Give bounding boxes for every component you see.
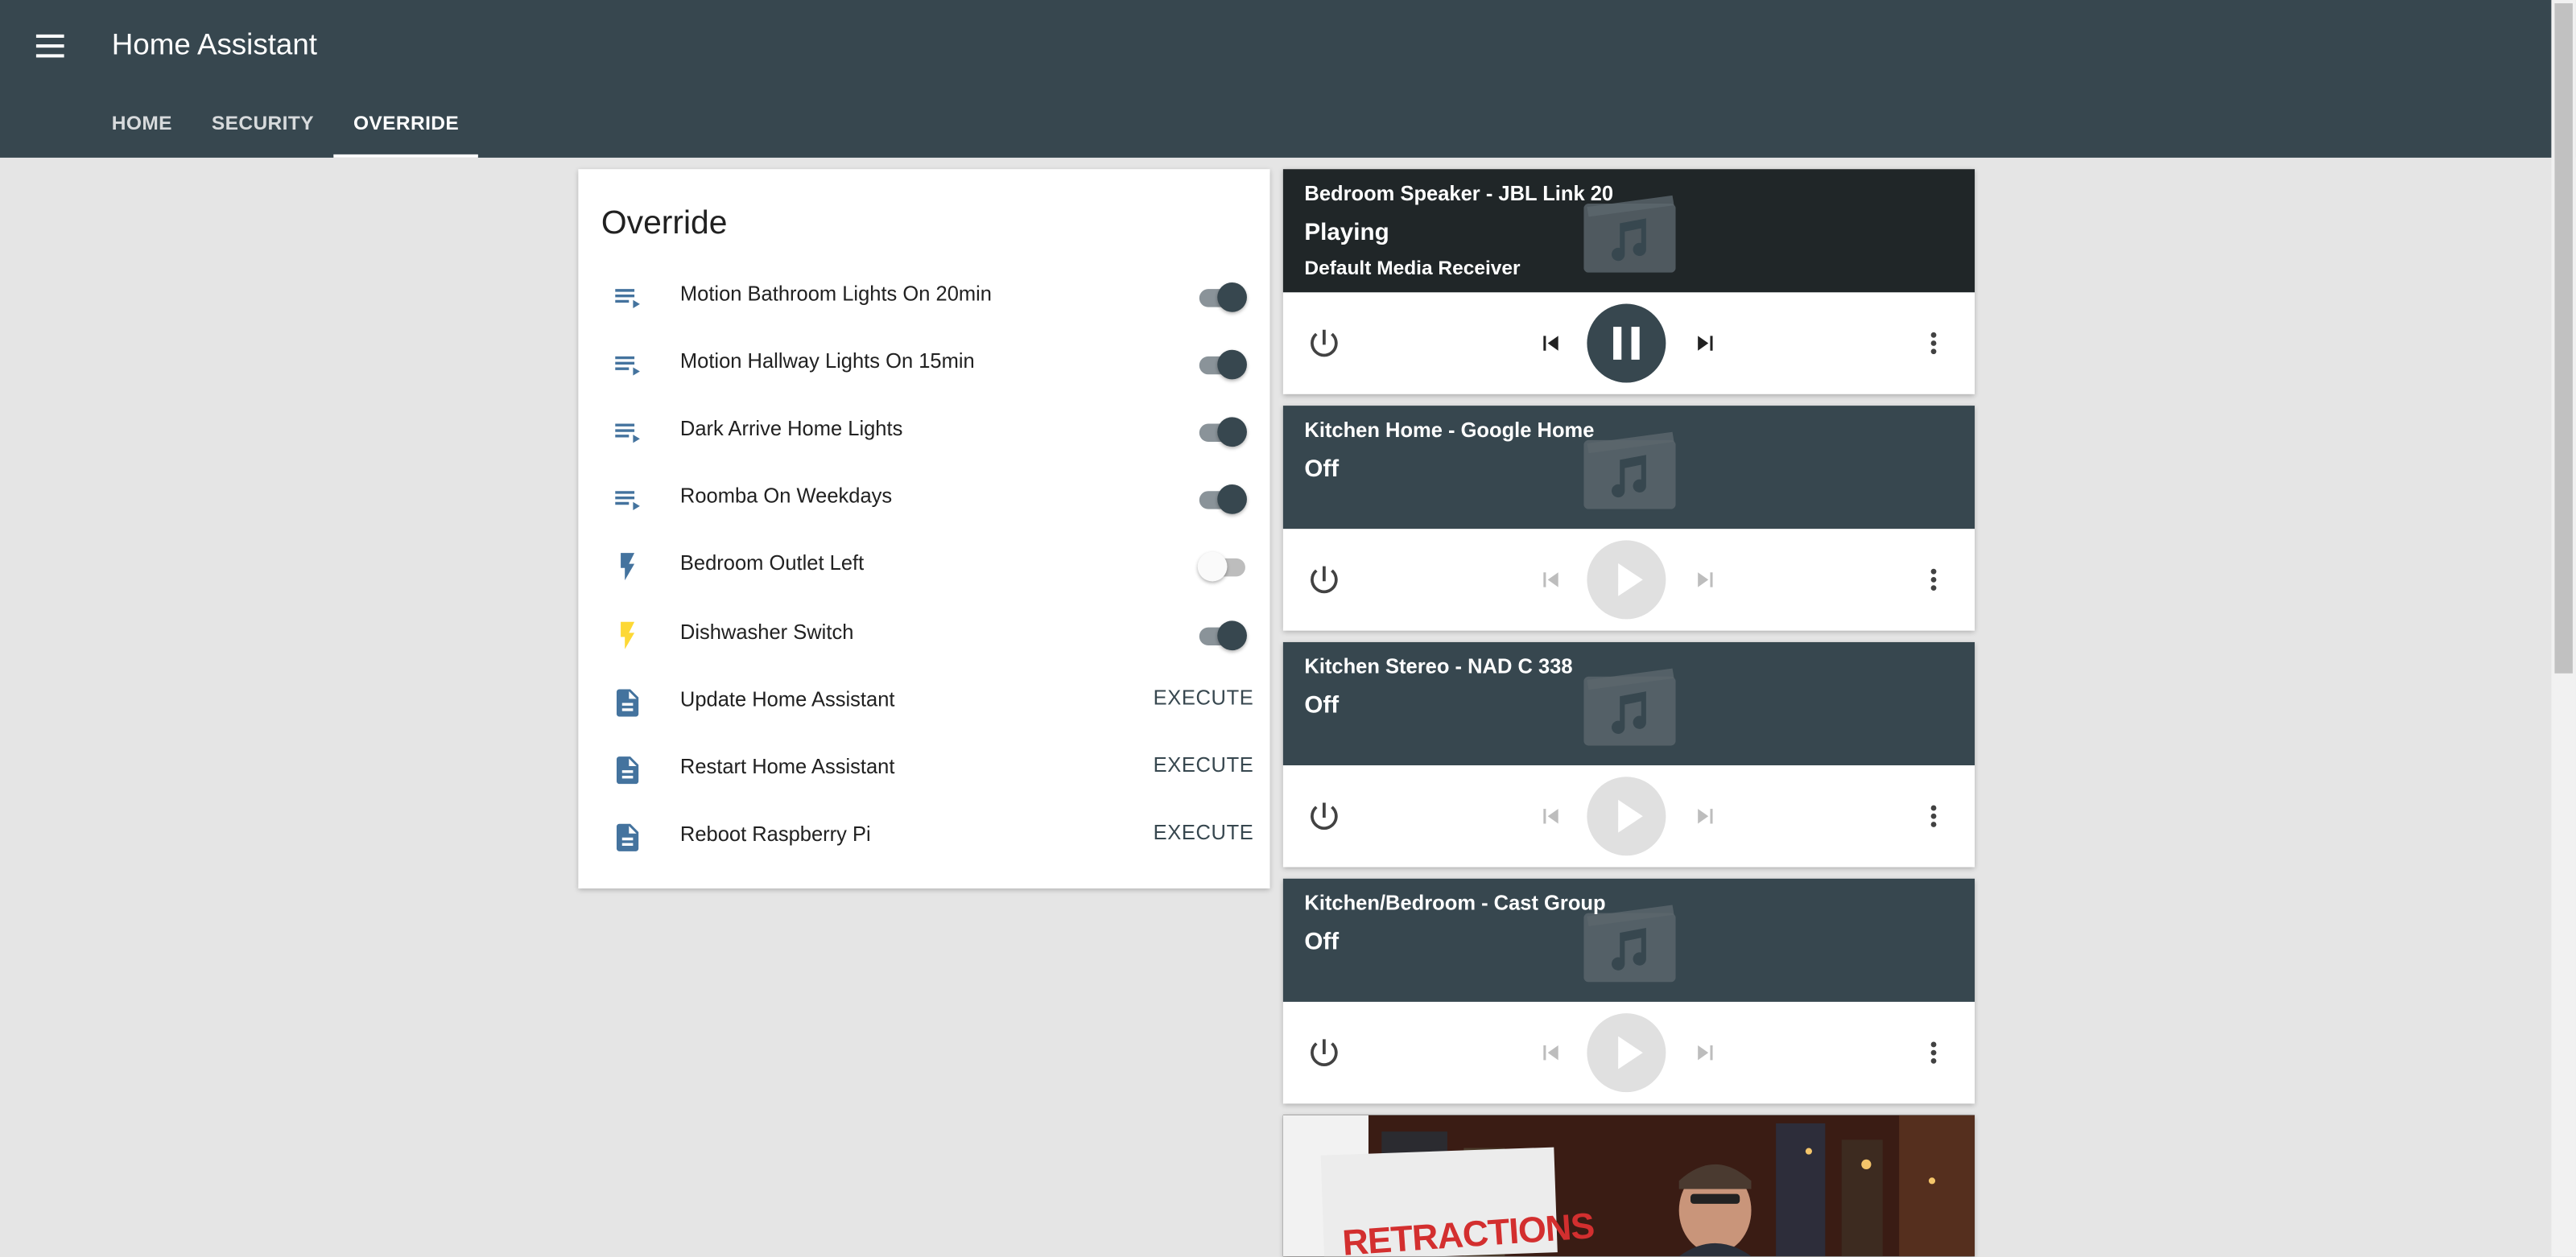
more-vertical-icon[interactable] <box>1918 327 1951 360</box>
play-icon[interactable] <box>1587 540 1666 620</box>
power-icon[interactable] <box>1306 562 1342 598</box>
app-header: Home Assistant HOME SECURITY OVERRIDE <box>0 0 2576 158</box>
power-icon[interactable] <box>1306 325 1342 361</box>
skip-previous-icon[interactable] <box>1536 1038 1566 1068</box>
override-row: Update Home Assistant EXECUTE <box>578 673 1269 740</box>
page-scrollbar[interactable] <box>2551 0 2576 1257</box>
skip-previous-icon[interactable] <box>1536 565 1566 595</box>
media-player-name: Kitchen Home - Google Home <box>1304 418 1595 442</box>
card-title: Override <box>601 205 728 241</box>
toggle-switch[interactable] <box>1196 281 1249 314</box>
media-player-card: Kitchen/Bedroom - Cast Group Off <box>1282 878 1975 1104</box>
toggle-switch[interactable] <box>1196 618 1249 651</box>
toggle-switch[interactable] <box>1196 484 1249 517</box>
media-player-state: Off <box>1304 456 1340 483</box>
execute-button[interactable]: EXECUTE <box>1154 821 1254 844</box>
flash-icon <box>611 618 644 651</box>
override-row: Reboot Raspberry Pi EXECUTE <box>578 808 1269 876</box>
override-row: Motion Hallway Lights On 15min <box>578 336 1269 403</box>
toggle-switch[interactable] <box>1196 348 1249 381</box>
media-info-panel: Kitchen Home - Google Home Off <box>1282 406 1975 530</box>
override-row: Bedroom Outlet Left <box>578 538 1269 605</box>
skip-next-icon[interactable] <box>1690 1038 1720 1068</box>
skip-previous-icon[interactable] <box>1536 802 1566 831</box>
playlist-play-icon <box>611 348 644 381</box>
more-vertical-icon[interactable] <box>1918 800 1951 833</box>
skip-next-icon[interactable] <box>1690 565 1720 595</box>
row-label: Update Home Assistant <box>679 687 895 711</box>
row-label: Restart Home Assistant <box>679 755 895 778</box>
override-row: Dishwasher Switch <box>578 605 1269 673</box>
media-thumbnail-card[interactable]: RETRACTIONS <box>1282 1115 1975 1257</box>
media-info-panel: Kitchen Stereo - NAD C 338 Off <box>1282 641 1975 766</box>
media-info-panel: Bedroom Speaker - JBL Link 20 Playing De… <box>1282 169 1975 293</box>
execute-button[interactable]: EXECUTE <box>1154 753 1254 777</box>
toggle-switch[interactable] <box>1196 416 1249 449</box>
music-note-icon <box>1583 194 1676 273</box>
media-controls <box>1283 1002 1975 1104</box>
media-player-card: Bedroom Speaker - JBL Link 20 Playing De… <box>1282 169 1975 394</box>
media-player-source: Default Media Receiver <box>1304 256 1521 279</box>
media-player-card: Kitchen Home - Google Home Off <box>1282 406 1975 631</box>
music-note-icon <box>1583 903 1676 983</box>
media-player-state: Off <box>1304 693 1340 719</box>
override-card: Override Motion Bathroom Lights On 20min… <box>578 169 1270 889</box>
more-vertical-icon[interactable] <box>1918 1037 1951 1069</box>
power-icon[interactable] <box>1306 798 1342 835</box>
row-label: Motion Hallway Lights On 15min <box>679 349 975 373</box>
pause-icon[interactable] <box>1587 303 1666 383</box>
tab-security[interactable]: SECURITY <box>192 92 333 158</box>
override-row: Roomba On Weekdays <box>578 470 1269 538</box>
music-note-icon <box>1583 667 1676 746</box>
tab-home[interactable]: HOME <box>92 92 192 158</box>
override-row: Dark Arrive Home Lights <box>578 402 1269 470</box>
row-label: Roomba On Weekdays <box>679 484 893 509</box>
file-document-icon <box>611 821 644 854</box>
execute-button[interactable]: EXECUTE <box>1154 686 1254 709</box>
app-root: Home Assistant HOME SECURITY OVERRIDE Ov… <box>0 0 2576 1257</box>
media-controls <box>1283 529 1975 631</box>
media-player-card: Kitchen Stereo - NAD C 338 Off <box>1282 641 1975 868</box>
override-row: Motion Bathroom Lights On 20min <box>578 268 1269 336</box>
file-document-icon <box>611 753 644 786</box>
row-label: Dishwasher Switch <box>679 620 854 643</box>
row-label: Motion Bathroom Lights On 20min <box>679 282 993 306</box>
skip-next-icon[interactable] <box>1690 802 1720 831</box>
row-label: Reboot Raspberry Pi <box>679 822 871 846</box>
media-player-name: Bedroom Speaker - JBL Link 20 <box>1304 182 1614 206</box>
media-info-panel: Kitchen/Bedroom - Cast Group Off <box>1282 878 1975 1002</box>
media-player-state: Playing <box>1304 220 1389 247</box>
media-controls <box>1283 765 1975 868</box>
tab-override[interactable]: OVERRIDE <box>333 92 480 158</box>
toggle-switch[interactable] <box>1196 550 1249 583</box>
media-controls <box>1283 292 1975 394</box>
scrollbar-thumb[interactable] <box>2554 3 2573 674</box>
skip-previous-icon[interactable] <box>1536 328 1566 358</box>
skip-next-icon[interactable] <box>1690 328 1720 358</box>
row-label: Dark Arrive Home Lights <box>679 417 903 441</box>
music-note-icon <box>1583 431 1676 509</box>
play-icon[interactable] <box>1587 777 1666 856</box>
media-player-name: Kitchen/Bedroom - Cast Group <box>1304 892 1606 915</box>
menu-icon[interactable] <box>30 25 72 68</box>
file-document-icon <box>611 686 644 719</box>
row-label: Bedroom Outlet Left <box>679 552 865 576</box>
media-player-state: Off <box>1304 929 1340 956</box>
play-icon[interactable] <box>1587 1013 1666 1093</box>
playlist-play-icon <box>611 281 644 314</box>
playlist-play-icon <box>611 416 644 449</box>
media-player-name: Kitchen Stereo - NAD C 338 <box>1304 655 1573 678</box>
override-row: Restart Home Assistant EXECUTE <box>578 740 1269 808</box>
playlist-play-icon <box>611 484 644 517</box>
power-icon[interactable] <box>1306 1035 1342 1071</box>
flash-icon <box>611 550 644 583</box>
app-title: Home Assistant <box>111 27 318 61</box>
tab-bar: HOME SECURITY OVERRIDE <box>92 92 480 158</box>
more-vertical-icon[interactable] <box>1918 563 1951 596</box>
